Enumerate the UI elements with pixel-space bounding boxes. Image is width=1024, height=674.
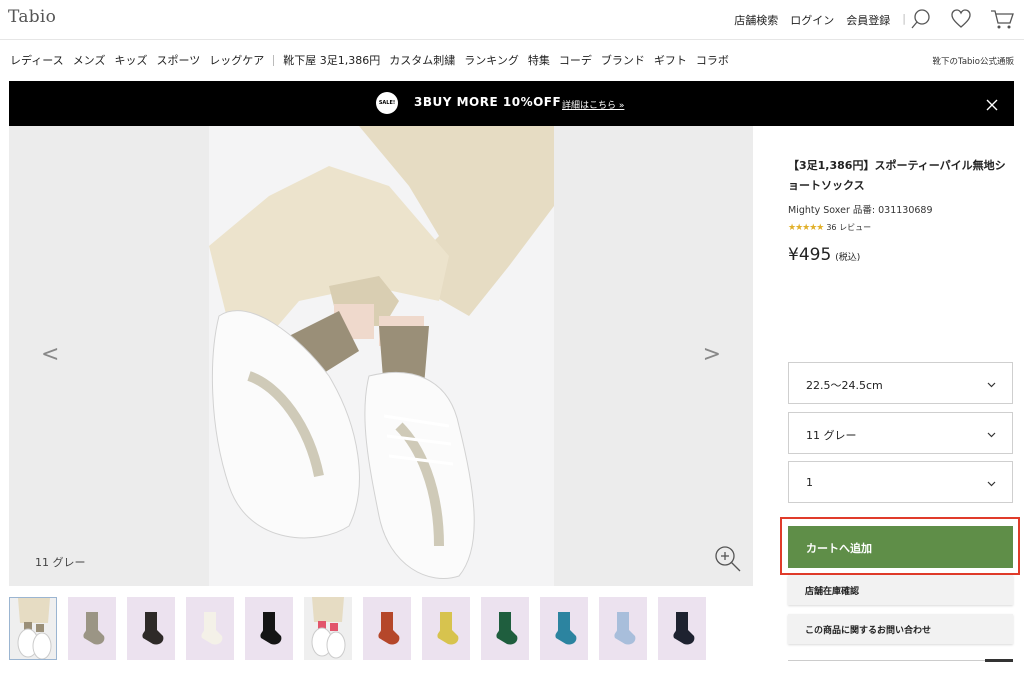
thumb-sock-rust[interactable] — [363, 597, 411, 660]
header-utility-links: 店舗検索 ログイン 会員登録 | — [734, 12, 906, 28]
store-stock-button[interactable]: 店舗在庫確認 — [788, 575, 1013, 605]
thumb-sock-teal[interactable] — [540, 597, 588, 660]
sale-badge: SALE! — [376, 92, 398, 114]
nav-item-gift[interactable]: ギフト — [654, 52, 687, 68]
thumb-sock-white[interactable] — [186, 597, 234, 660]
thumb-model[interactable] — [9, 597, 57, 660]
header-icons — [910, 8, 1014, 30]
quantity-select-value: 1 — [806, 476, 813, 489]
site-header: Tabio 店舗検索 ログイン 会員登録 | — [0, 0, 1024, 40]
nav-item-kutsushitaya[interactable]: 靴下屋 3足1,386円 — [283, 52, 380, 68]
product-price: ¥495 (税込) — [788, 245, 1014, 265]
login-link[interactable]: ログイン — [790, 12, 834, 28]
section-divider — [788, 660, 1013, 661]
image-color-caption: 11 グレー — [35, 556, 86, 569]
product-title: 【3足1,386円】スポーティーパイル無地ショートソックス — [788, 159, 1006, 192]
section-divider-accent — [985, 659, 1013, 662]
thumb-sock-yellow[interactable] — [422, 597, 470, 660]
nav-item-kids[interactable]: キッズ — [114, 52, 147, 68]
nav-item-ladies[interactable]: レディース — [10, 52, 64, 68]
thumb-model-pink[interactable] — [304, 597, 352, 660]
product-info: 【3足1,386円】スポーティーパイル無地ショートソックス Mighty Sox… — [788, 126, 1014, 265]
nav-item-custom[interactable]: カスタム刺繍 — [389, 52, 455, 68]
color-select-value: 11 グレー — [806, 429, 857, 442]
search-icon[interactable] — [910, 8, 932, 30]
nav-item-brand[interactable]: ブランド — [601, 52, 645, 68]
chevron-down-icon — [987, 428, 996, 441]
product-inquiry-button[interactable]: この商品に関するお問い合わせ — [788, 614, 1013, 644]
promo-banner: SALE! 3BUY MORE 10%OFF 詳細はこちら » — [9, 81, 1014, 126]
promo-text: 3BUY MORE 10%OFF — [414, 95, 562, 109]
product-rating[interactable]: ★★★★★ 36 レビュー — [788, 222, 1014, 233]
nav-item-feature[interactable]: 特集 — [528, 52, 550, 68]
thumb-sock-navy[interactable] — [658, 597, 706, 660]
header-separator: | — [902, 12, 906, 25]
thumb-sock-light-blue[interactable] — [599, 597, 647, 660]
promo-details-link[interactable]: 詳細はこちら » — [562, 98, 624, 111]
product-gallery: < > 11 グレー — [9, 126, 753, 586]
thumb-sock-charcoal[interactable] — [127, 597, 175, 660]
nav-divider — [273, 54, 275, 66]
gallery-next-arrow[interactable]: > — [703, 342, 721, 367]
size-select-value: 22.5〜24.5cm — [806, 379, 883, 392]
quantity-select[interactable]: 1 — [788, 461, 1013, 503]
nav-item-coordinate[interactable]: コーデ — [559, 52, 592, 68]
nav-item-sports[interactable]: スポーツ — [156, 52, 200, 68]
product-brand-sku: Mighty Soxer 品番: 031130689 — [788, 205, 933, 216]
tabio-logo[interactable]: Tabio — [8, 7, 56, 27]
gallery-prev-arrow[interactable]: < — [41, 342, 59, 367]
store-search-link[interactable]: 店舗検索 — [734, 12, 778, 28]
chevron-down-icon — [987, 477, 996, 490]
thumb-sock-greige[interactable] — [68, 597, 116, 660]
add-to-cart-button[interactable]: カートへ追加 — [788, 526, 1013, 568]
size-select[interactable]: 22.5〜24.5cm — [788, 362, 1013, 404]
review-count[interactable]: 36 レビュー — [826, 222, 871, 233]
heart-icon[interactable] — [950, 8, 972, 30]
cart-icon[interactable] — [990, 8, 1014, 30]
price-value: ¥495 — [788, 245, 832, 265]
nav-item-legcare[interactable]: レッグケア — [209, 52, 264, 68]
nav-item-ranking[interactable]: ランキング — [464, 52, 519, 68]
color-select[interactable]: 11 グレー — [788, 412, 1013, 454]
close-icon[interactable] — [986, 96, 998, 115]
product-main-image[interactable] — [209, 126, 554, 586]
star-rating-icon: ★★★★★ — [788, 222, 824, 233]
nav-item-mens[interactable]: メンズ — [73, 52, 106, 68]
site-tagline: 靴下のTabio公式通販 — [932, 57, 1014, 67]
chevron-down-icon — [987, 378, 996, 391]
zoom-icon[interactable] — [713, 544, 743, 578]
thumb-sock-black[interactable] — [245, 597, 293, 660]
thumbnail-strip — [9, 597, 706, 660]
category-nav: レディース メンズ キッズ スポーツ レッグケア 靴下屋 3足1,386円 カス… — [10, 52, 729, 68]
nav-item-collab[interactable]: コラボ — [696, 52, 729, 68]
tax-label: (税込) — [835, 253, 861, 263]
thumb-sock-green[interactable] — [481, 597, 529, 660]
register-link[interactable]: 会員登録 — [846, 12, 890, 28]
